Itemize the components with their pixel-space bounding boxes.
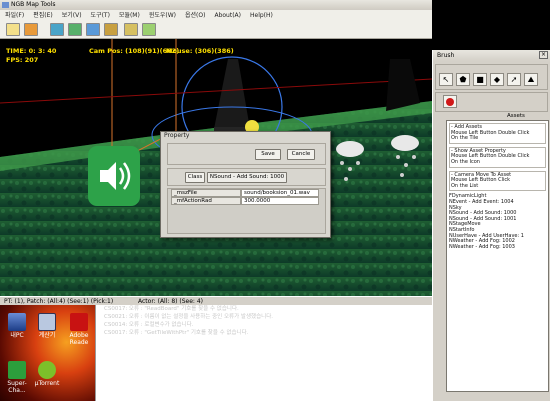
log-window: CS0017: 오류 : "ReadBoard" 기호를 찾을 수 없습니다. … [95, 305, 432, 401]
patch-status: PT: (1), Patch: (All:4) (See:1) (Pick:1) [4, 298, 114, 305]
menu-file[interactable]: 파일(F) [5, 10, 24, 21]
adobe-reader-icon [70, 313, 88, 331]
property-key: _mfActionRad [171, 197, 241, 205]
log-row[interactable]: CS0017: 오류 : "GetTileWithPtr" 기호를 찾을 수 없… [96, 329, 432, 337]
log-row[interactable]: CS0021: 오류 : 이름이 없는 설정을 사용하는 중인 오류가 발생했습… [96, 313, 432, 321]
desktop-icon-adobe[interactable]: Adobe Reade [64, 313, 94, 346]
save-button[interactable]: Save [255, 149, 281, 160]
window-title: NGB Map Tools [11, 1, 56, 8]
time-readout: TIME: 0: 3: 40 [6, 47, 57, 55]
close-icon[interactable]: × [539, 51, 548, 59]
help-line: On the Tile [451, 135, 479, 142]
help-show-property: - Show Asset Property Mouse Left Button … [449, 146, 546, 168]
brush-panel: Brush × ↖ ⬟ ■ ◆ ➚ ⛰ Assets - Add Assets … [432, 50, 550, 401]
speaker-icon [100, 162, 131, 190]
super-app-icon [8, 361, 26, 379]
desktop-dark-area [432, 0, 550, 50]
desktop-icon-label: 내PC [10, 332, 24, 339]
asset-list[interactable]: - Add Assets Mouse Left Button Double Cl… [446, 120, 549, 392]
desktop-icon-calculator[interactable]: 계산기 [32, 313, 62, 339]
desktop-icon-label: 계산기 [38, 332, 56, 339]
dialog-title: Property [161, 132, 330, 140]
desktop-icon-label: Adobe Reade [69, 332, 89, 346]
class-value: NSound - Add Sound: 1000 [207, 172, 287, 183]
sound-asset-icon[interactable] [88, 146, 140, 206]
title-bar: NGB Map Tools [0, 0, 432, 10]
cancel-button[interactable]: Cancle [287, 149, 315, 160]
save-icon[interactable] [24, 23, 38, 36]
computer-icon [8, 313, 26, 331]
log-text: CS0017: 오류 : "GetTileWithPtr" 기호를 찾을 수 없… [104, 330, 249, 336]
list-item[interactable]: NWeather - Add Fog: 1003 [449, 244, 546, 251]
desktop-icon-my-pc[interactable]: 내PC [2, 313, 32, 339]
actor-status: Actor: (All: 8) (See: 4) [138, 298, 204, 305]
object-tool-icon[interactable] [104, 23, 118, 36]
status-bar: PT: (1), Patch: (All:4) (See:1) (Pick:1)… [0, 296, 432, 305]
menu-module[interactable]: 모듈(M) [119, 10, 140, 21]
fps-readout: FPS: 207 [6, 56, 39, 64]
cube-add-tool-icon[interactable]: ◆ [490, 73, 504, 86]
menu-bar: 파일(F) 편집(E) 보기(V) 도구(T) 모듈(M) 윈도우(W) 옵션(… [0, 10, 432, 21]
terrain-paint-icon[interactable]: ⛰ [524, 73, 538, 86]
desktop-icon-utorrent[interactable]: μTorrent [32, 361, 62, 387]
menu-window[interactable]: 윈도우(W) [149, 10, 176, 21]
menu-view[interactable]: 보기(V) [62, 10, 82, 21]
desktop-icon-super[interactable]: Super-Cha... [2, 361, 32, 394]
grid-icon[interactable] [124, 23, 138, 36]
help-line: On the List [451, 182, 479, 189]
menu-help[interactable]: Help(H) [250, 10, 273, 21]
toolbar [0, 21, 432, 39]
open-folder-icon[interactable] [6, 23, 20, 36]
property-dialog: Property Save Cancle Class NSound - Add … [160, 131, 331, 238]
property-key: _mszFile [171, 189, 241, 197]
apple-asset-icon[interactable] [443, 95, 457, 108]
log-text: CS0014: 오류 : 로컬변수가 없습니다. [104, 322, 194, 328]
property-value-file[interactable]: sound/booksion_01.wav [241, 189, 319, 197]
app-icon [2, 2, 9, 8]
desktop-icon-label: Super-Cha... [7, 380, 27, 394]
property-value-radius[interactable]: 300.0000 [241, 197, 319, 205]
log-text: CS0021: 오류 : 이름이 없는 설정을 사용하는 중인 오류가 발생했습… [104, 314, 274, 320]
grid-view-icon[interactable] [50, 23, 64, 36]
terrain-icon[interactable] [68, 23, 82, 36]
calculator-icon [38, 313, 56, 331]
pointer-tool-icon[interactable]: ↖ [439, 73, 453, 86]
help-camera-move: - Camera Move To Asset Mouse Left Button… [449, 170, 546, 192]
class-button[interactable]: Class [185, 172, 205, 183]
brush-tool-icon[interactable] [86, 23, 100, 36]
assets-label: Assets [507, 113, 525, 119]
help-line: On the Icon [451, 158, 480, 165]
asset-items: FDynamicLight NEvent - Add Event: 1004 N… [449, 194, 546, 250]
menu-options[interactable]: 옵션(O) [185, 10, 205, 21]
stamp-tool-icon[interactable]: ⬟ [456, 73, 470, 86]
arrow-tool-icon[interactable]: ➚ [507, 73, 521, 86]
desktop-background: 내PC 계산기 Adobe Reade Super-Cha... μTorren… [0, 303, 95, 401]
cube-tool-icon[interactable]: ■ [473, 73, 487, 86]
mouse-position-readout: Mouse: (306)(386) [166, 47, 234, 55]
screen: 내PC 계산기 Adobe Reade Super-Cha... μTorren… [0, 0, 550, 401]
desktop-icon-label: μTorrent [34, 380, 60, 387]
wireframe-icon[interactable] [142, 23, 156, 36]
brush-title: Brush [433, 50, 550, 61]
log-row[interactable]: CS0014: 오류 : 로컬변수가 없습니다. [96, 321, 432, 329]
menu-about[interactable]: About(A) [214, 10, 241, 21]
utorrent-icon [38, 361, 56, 379]
help-add-assets: - Add Assets Mouse Left Button Double Cl… [449, 123, 546, 144]
menu-tools[interactable]: 도구(T) [91, 10, 110, 21]
log-row[interactable]: CS0017: 오류 : "ReadBoard" 기호를 찾을 수 없습니다. [96, 305, 432, 313]
menu-edit[interactable]: 편집(E) [33, 10, 53, 21]
log-text: CS0017: 오류 : "ReadBoard" 기호를 찾을 수 없습니다. [104, 306, 239, 312]
